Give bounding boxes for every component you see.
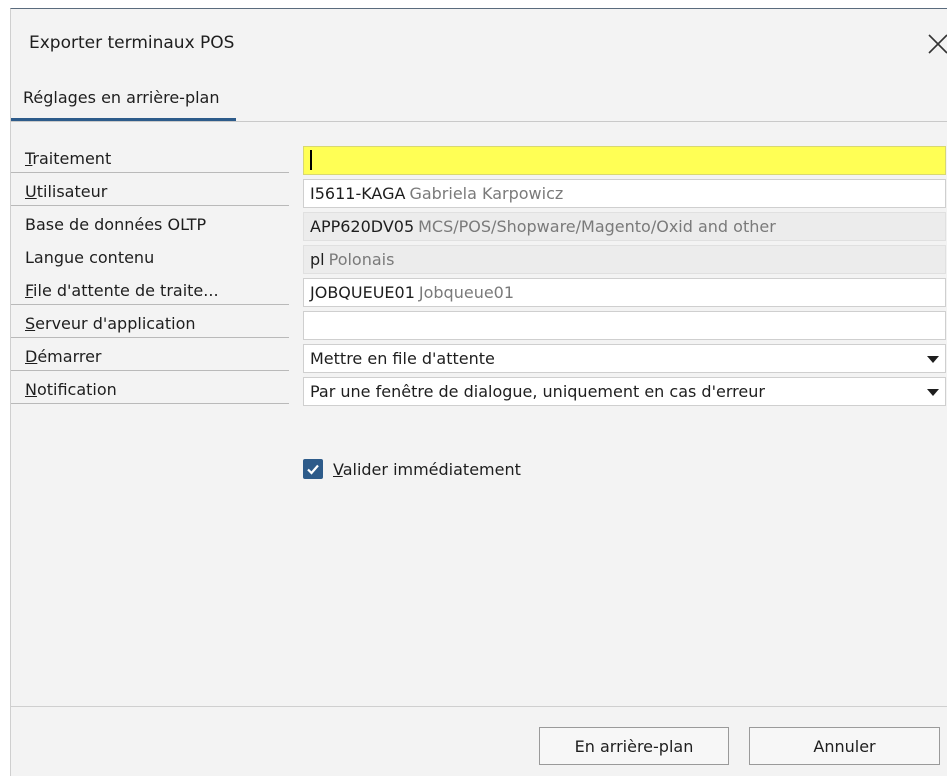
text-caret <box>310 150 312 170</box>
queue-desc: Jobqueue01 <box>418 283 515 302</box>
tab-bar: Réglages en arrière-plan <box>11 77 947 122</box>
queue-code: JOBQUEUE01 <box>310 283 415 302</box>
validate-immediately-checkbox[interactable]: Valider immédiatement <box>303 457 521 481</box>
tab-label: Réglages en arrière-plan <box>23 88 220 107</box>
cancel-button[interactable]: Annuler <box>749 727 940 765</box>
notification-select[interactable]: Par une fenêtre de dialogue, uniquement … <box>303 377 946 406</box>
dialog-titlebar: Exporter terminaux POS <box>11 9 947 77</box>
db-desc: MCS/POS/Shopware/Magento/Oxid and other <box>418 217 776 236</box>
settings-form: Traitement Utilisateur I5611-KAGA Gabriel… <box>11 143 947 407</box>
chevron-down-icon[interactable] <box>927 389 939 396</box>
label-serveur: Serveur d'application <box>11 311 289 338</box>
row-langue: Langue contenu pl Polonais <box>11 242 947 275</box>
row-file-attente: File d'attente de traite... JOBQUEUE01 Jo… <box>11 275 947 308</box>
dialog-title: Exporter terminaux POS <box>29 33 235 53</box>
row-base-oltp: Base de données OLTP APP620DV05 MCS/POS/S… <box>11 209 947 242</box>
background-button[interactable]: En arrière-plan <box>539 727 729 765</box>
row-demarrer: Démarrer Mettre en file d'attente <box>11 341 947 374</box>
serveur-input[interactable] <box>303 311 946 340</box>
notification-value: Par une fenêtre de dialogue, uniquement … <box>310 382 765 401</box>
lang-desc: Polonais <box>328 250 395 269</box>
demarrer-value: Mettre en file d'attente <box>310 349 495 368</box>
dialog-footer: En arrière-plan Annuler <box>11 706 947 778</box>
lang-code: pl <box>310 250 325 269</box>
label-demarrer: Démarrer <box>11 344 289 371</box>
file-attente-input[interactable]: JOBQUEUE01 Jobqueue01 <box>303 278 946 307</box>
label-langue: Langue contenu <box>25 248 155 267</box>
row-notification: Notification Par une fenêtre de dialogue… <box>11 374 947 407</box>
user-name: Gabriela Karpowicz <box>409 184 564 203</box>
tab-background-settings[interactable]: Réglages en arrière-plan <box>11 77 236 121</box>
langue-field: pl Polonais <box>303 245 946 274</box>
row-serveur: Serveur d'application <box>11 308 947 341</box>
row-utilisateur: Utilisateur I5611-KAGA Gabriela Karpowicz <box>11 176 947 209</box>
label-file-attente: File d'attente de traite... <box>11 278 289 305</box>
label-notification: Notification <box>11 377 289 404</box>
utilisateur-input[interactable]: I5611-KAGA Gabriela Karpowicz <box>303 179 946 208</box>
base-oltp-field: APP620DV05 MCS/POS/Shopware/Magento/Oxid … <box>303 212 946 241</box>
row-traitement: Traitement <box>11 143 947 176</box>
label-base-oltp: Base de données OLTP <box>25 215 207 234</box>
db-code: APP620DV05 <box>310 217 415 236</box>
export-pos-dialog: Exporter terminaux POS Réglages en arriè… <box>10 8 947 776</box>
traitement-input[interactable] <box>303 146 946 175</box>
checkmark-icon[interactable] <box>303 459 323 479</box>
close-icon[interactable] <box>923 29 947 59</box>
user-code: I5611-KAGA <box>310 184 406 203</box>
chevron-down-icon[interactable] <box>927 356 939 363</box>
label-utilisateur: Utilisateur <box>11 179 289 206</box>
label-traitement: Traitement <box>11 146 289 173</box>
demarrer-select[interactable]: Mettre en file d'attente <box>303 344 946 373</box>
checkbox-label: Valider immédiatement <box>333 459 521 479</box>
